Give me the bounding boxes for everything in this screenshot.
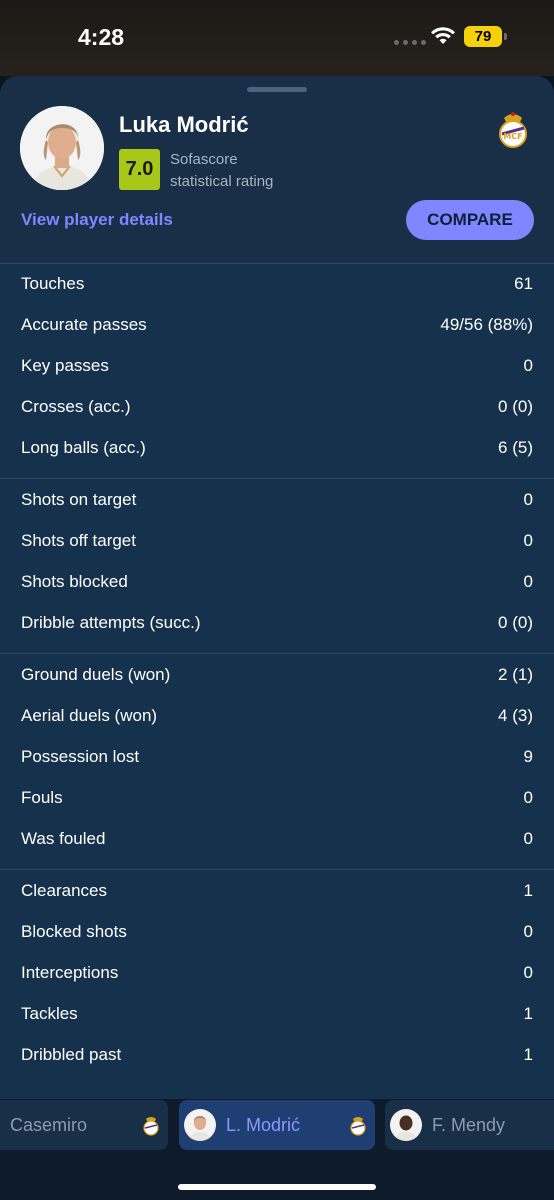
player-chip-modric[interactable]: L. Modrić — [179, 1100, 375, 1150]
stat-label: Key passes — [21, 355, 109, 375]
stat-group: Shots on target 0 Shots off target 0 Shots b… — [0, 478, 554, 653]
stat-value: 1 — [523, 880, 533, 900]
compare-button[interactable]: COMPARE — [406, 200, 534, 240]
player-chip-name: F. Mendy — [432, 1114, 506, 1135]
stat-value: 49/56 (88%) — [440, 314, 533, 334]
stat-value: 9 — [523, 746, 533, 766]
stat-value: 1 — [523, 1003, 533, 1023]
player-chip-avatar — [184, 1109, 216, 1141]
stat-row: Fouls 0 — [0, 777, 554, 818]
rating-label-line1: Sofascore — [170, 151, 238, 168]
stat-row: Was fouled 0 — [0, 818, 554, 859]
stat-row: Accurate passes 49/56 (88%) — [0, 304, 554, 345]
stat-label: Dribbled past — [21, 1044, 122, 1064]
stat-label: Accurate passes — [21, 314, 147, 334]
stat-row: Touches 61 — [0, 264, 554, 304]
stat-value: 1 — [523, 1044, 533, 1064]
stat-row: Shots on target 0 — [0, 479, 554, 520]
stat-value: 0 — [523, 489, 533, 509]
stat-row: Dribbled past 1 — [0, 1034, 554, 1075]
stat-row: Ground duels (won) 2 (1) — [0, 654, 554, 695]
stat-label: Blocked shots — [21, 921, 127, 941]
stat-label: Touches — [21, 274, 85, 293]
view-player-details-link[interactable]: View player details — [21, 210, 173, 230]
stat-label: Clearances — [21, 880, 107, 900]
real-madrid-crest-icon — [350, 1117, 366, 1136]
stat-label: Fouls — [21, 787, 63, 807]
stat-row: Dribble attempts (succ.) 0 (0) — [0, 602, 554, 643]
stat-value: 0 (0) — [498, 612, 533, 632]
player-avatar — [20, 106, 104, 190]
player-stats-sheet: Luka Modrić 7.0 Sofascore statistical ra… — [0, 76, 554, 1200]
stat-label: Shots off target — [21, 530, 136, 550]
stat-row: Long balls (acc.) 6 (5) — [0, 427, 554, 468]
stat-group: Touches 61 Accurate passes 49/56 (88%) Key p… — [0, 263, 554, 478]
stat-group: Ground duels (won) 2 (1) Aerial duels (won… — [0, 653, 554, 869]
stat-value: 0 — [523, 828, 533, 848]
home-indicator[interactable] — [178, 1184, 376, 1190]
svg-text:MCF: MCF — [503, 132, 522, 141]
stat-row: Shots off target 0 — [0, 520, 554, 561]
real-madrid-crest-icon[interactable]: MCF — [496, 108, 530, 150]
player-chip-name: Casemiro — [10, 1114, 88, 1135]
stat-value: 4 (3) — [498, 705, 533, 725]
stat-row: Interceptions 0 — [0, 952, 554, 993]
stat-label: Shots on target — [21, 489, 137, 509]
stat-label: Was fouled — [21, 828, 106, 848]
rating-label: Sofascore statistical rating — [170, 149, 330, 193]
player-chip-casemiro[interactable]: Casemiro — [0, 1100, 168, 1150]
stat-label: Tackles — [21, 1003, 78, 1023]
stat-row: Shots blocked 0 — [0, 561, 554, 602]
stat-row: Clearances 1 — [0, 870, 554, 911]
status-time: 4:28 — [78, 24, 125, 50]
stat-value: 2 (1) — [498, 664, 533, 684]
stat-row: Crosses (acc.) 0 (0) — [0, 386, 554, 427]
real-madrid-crest-icon — [143, 1117, 159, 1136]
stat-label: Crosses (acc.) — [21, 396, 131, 416]
stat-value: 0 — [523, 787, 533, 807]
stat-label: Dribble attempts (succ.) — [21, 612, 201, 632]
stat-value: 0 — [523, 355, 533, 375]
stat-label: Aerial duels (won) — [21, 705, 158, 725]
sheet-grabber[interactable] — [247, 87, 307, 92]
stat-label: Ground duels (won) — [21, 664, 171, 684]
rating-badge[interactable]: 7.0 — [119, 149, 160, 190]
battery-indicator: 79 — [464, 26, 507, 47]
stat-value: 0 — [523, 530, 533, 550]
wifi-icon — [431, 27, 455, 44]
player-chip-avatar — [390, 1109, 422, 1141]
stat-value: 0 — [523, 962, 533, 982]
stat-row: Aerial duels (won) 4 (3) — [0, 695, 554, 736]
player-chip-name: L. Modrić — [226, 1114, 301, 1135]
player-header: Luka Modrić 7.0 Sofascore statistical ra… — [0, 76, 554, 263]
stat-label: Interceptions — [21, 962, 119, 982]
player-name: Luka Modrić — [119, 112, 249, 137]
stat-label: Possession lost — [21, 746, 140, 766]
stat-label: Shots blocked — [21, 571, 128, 591]
cellular-signal-icon — [394, 40, 426, 45]
stat-row: Key passes 0 — [0, 345, 554, 386]
stat-value: 61 — [514, 274, 533, 293]
stat-row: Blocked shots 0 — [0, 911, 554, 952]
stat-value: 0 (0) — [498, 396, 533, 416]
status-bar: 4:28 79 — [0, 0, 554, 76]
stat-value: 0 — [523, 571, 533, 591]
player-chip-mendy[interactable]: F. Mendy — [385, 1100, 554, 1150]
stat-value: 6 (5) — [498, 437, 533, 457]
stat-label: Long balls (acc.) — [21, 437, 146, 457]
stat-row: Tackles 1 — [0, 993, 554, 1034]
stat-value: 0 — [523, 921, 533, 941]
stats-list: Touches 61 Accurate passes 49/56 (88%) Key p… — [0, 263, 554, 1085]
stat-group: Clearances 1 Blocked shots 0 Interceptions 0 T… — [0, 869, 554, 1085]
rating-label-line2: statistical rating — [170, 173, 274, 190]
stat-row: Possession lost 9 — [0, 736, 554, 777]
